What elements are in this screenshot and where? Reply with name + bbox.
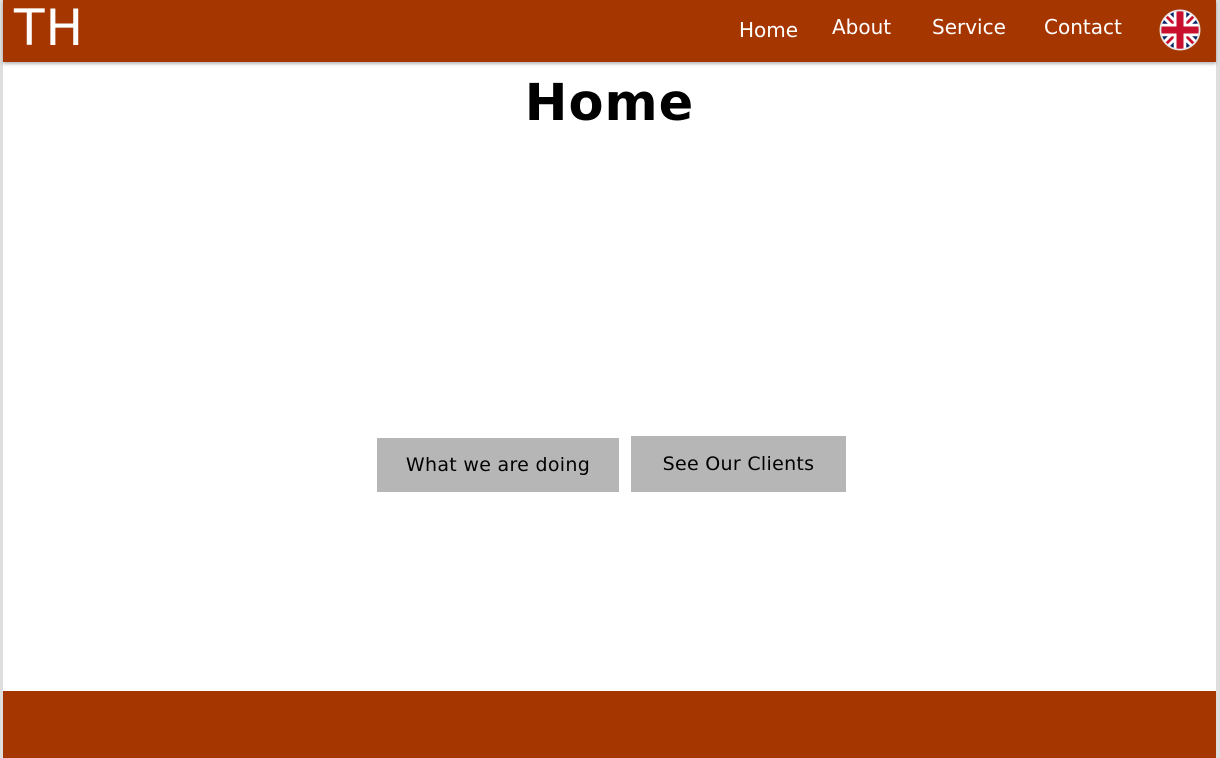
uk-flag-icon[interactable] — [1159, 9, 1201, 51]
top-navbar: TH Home About Service Contact — [3, 0, 1216, 62]
nav-link-contact[interactable]: Contact — [1044, 15, 1122, 39]
what-we-are-doing-button[interactable]: What we are doing — [377, 438, 619, 492]
page-frame: TH Home About Service Contact Home What … — [3, 0, 1216, 758]
see-our-clients-button[interactable]: See Our Clients — [631, 436, 846, 492]
nav-link-service[interactable]: Service — [932, 15, 1006, 39]
page-footer — [3, 691, 1216, 758]
page-title: Home — [524, 74, 695, 133]
nav-link-about[interactable]: About — [832, 15, 891, 39]
nav-link-home[interactable]: Home — [739, 18, 798, 42]
site-logo[interactable]: TH — [14, 0, 84, 58]
